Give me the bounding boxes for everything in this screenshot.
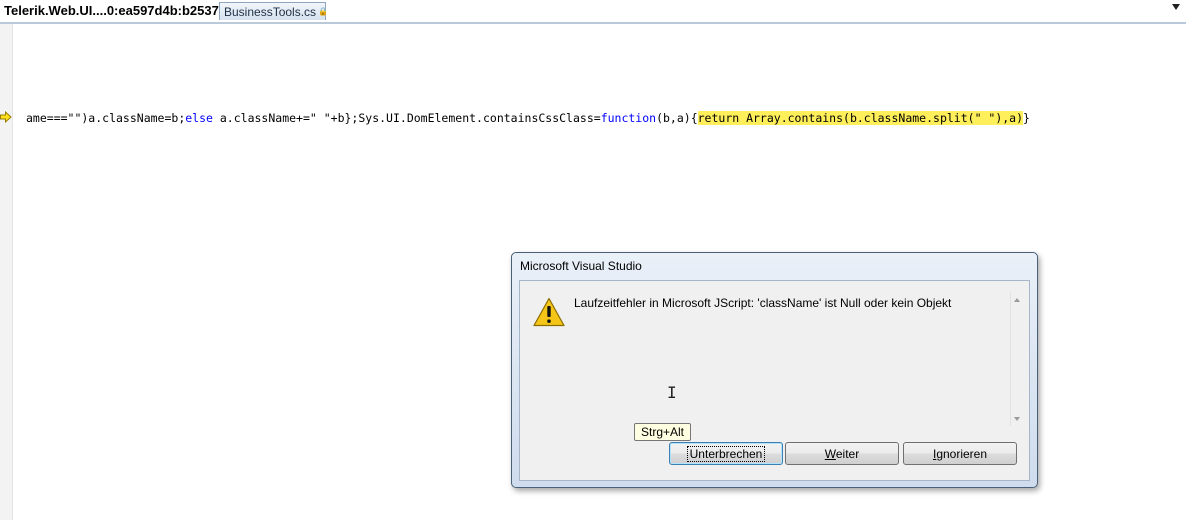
text-cursor-icon: I — [667, 383, 677, 402]
lock-icon: 🔒 — [318, 7, 329, 16]
error-dialog: Microsoft Visual Studio Laufzeitfehler i… — [511, 252, 1038, 488]
current-statement-highlight: return Array.contains(b.className.split(… — [697, 111, 1024, 125]
dialog-title: Microsoft Visual Studio — [520, 259, 642, 273]
continue-button-label: Weiter — [824, 446, 860, 461]
tab-label: BusinessTools.cs — [224, 4, 317, 19]
warning-icon — [533, 297, 565, 327]
document-tab-strip: Telerik.Web.UI....0:ea597d4b:b2537 🔒 Bus… — [0, 0, 1186, 24]
chevron-down-icon[interactable] — [1172, 4, 1180, 10]
error-message: Laufzeitfehler in Microsoft JScript: 'cl… — [574, 296, 952, 310]
break-button[interactable]: Unterbrechen — [669, 442, 783, 465]
code-text: (b,a){ — [656, 111, 698, 125]
scroll-down-icon[interactable] — [1014, 417, 1020, 421]
scroll-up-icon[interactable] — [1014, 298, 1020, 302]
arrow-icon — [0, 111, 12, 123]
continue-button[interactable]: Weiter — [785, 442, 899, 465]
code-text: } — [1023, 111, 1030, 125]
message-scrollbar[interactable] — [1010, 292, 1023, 426]
tab-label: Telerik.Web.UI....0:ea597d4b:b2537 — [4, 2, 219, 18]
shortcut-tooltip: Strg+Alt — [634, 423, 692, 441]
code-line[interactable]: ame==="")a.className=b;else a.className+… — [26, 110, 1030, 126]
code-keyword: function — [600, 111, 657, 125]
code-keyword: else — [185, 111, 213, 125]
code-text: ame==="")a.className=b; — [26, 111, 186, 125]
editor-indicator-margin — [0, 24, 13, 520]
ignore-button-label: Ignorieren — [932, 446, 988, 461]
code-text: a.className+=" "+b};Sys.UI.DomElement.co… — [212, 111, 601, 125]
ignore-button[interactable]: Ignorieren — [903, 442, 1017, 465]
dialog-body: Laufzeitfehler in Microsoft JScript: 'cl… — [519, 280, 1030, 481]
break-button-label: Unterbrechen — [686, 445, 766, 462]
tab-businesstools[interactable]: BusinessTools.cs 🔒 — [219, 2, 329, 20]
tab-telerik-script[interactable]: Telerik.Web.UI....0:ea597d4b:b2537 🔒 — [0, 0, 231, 20]
